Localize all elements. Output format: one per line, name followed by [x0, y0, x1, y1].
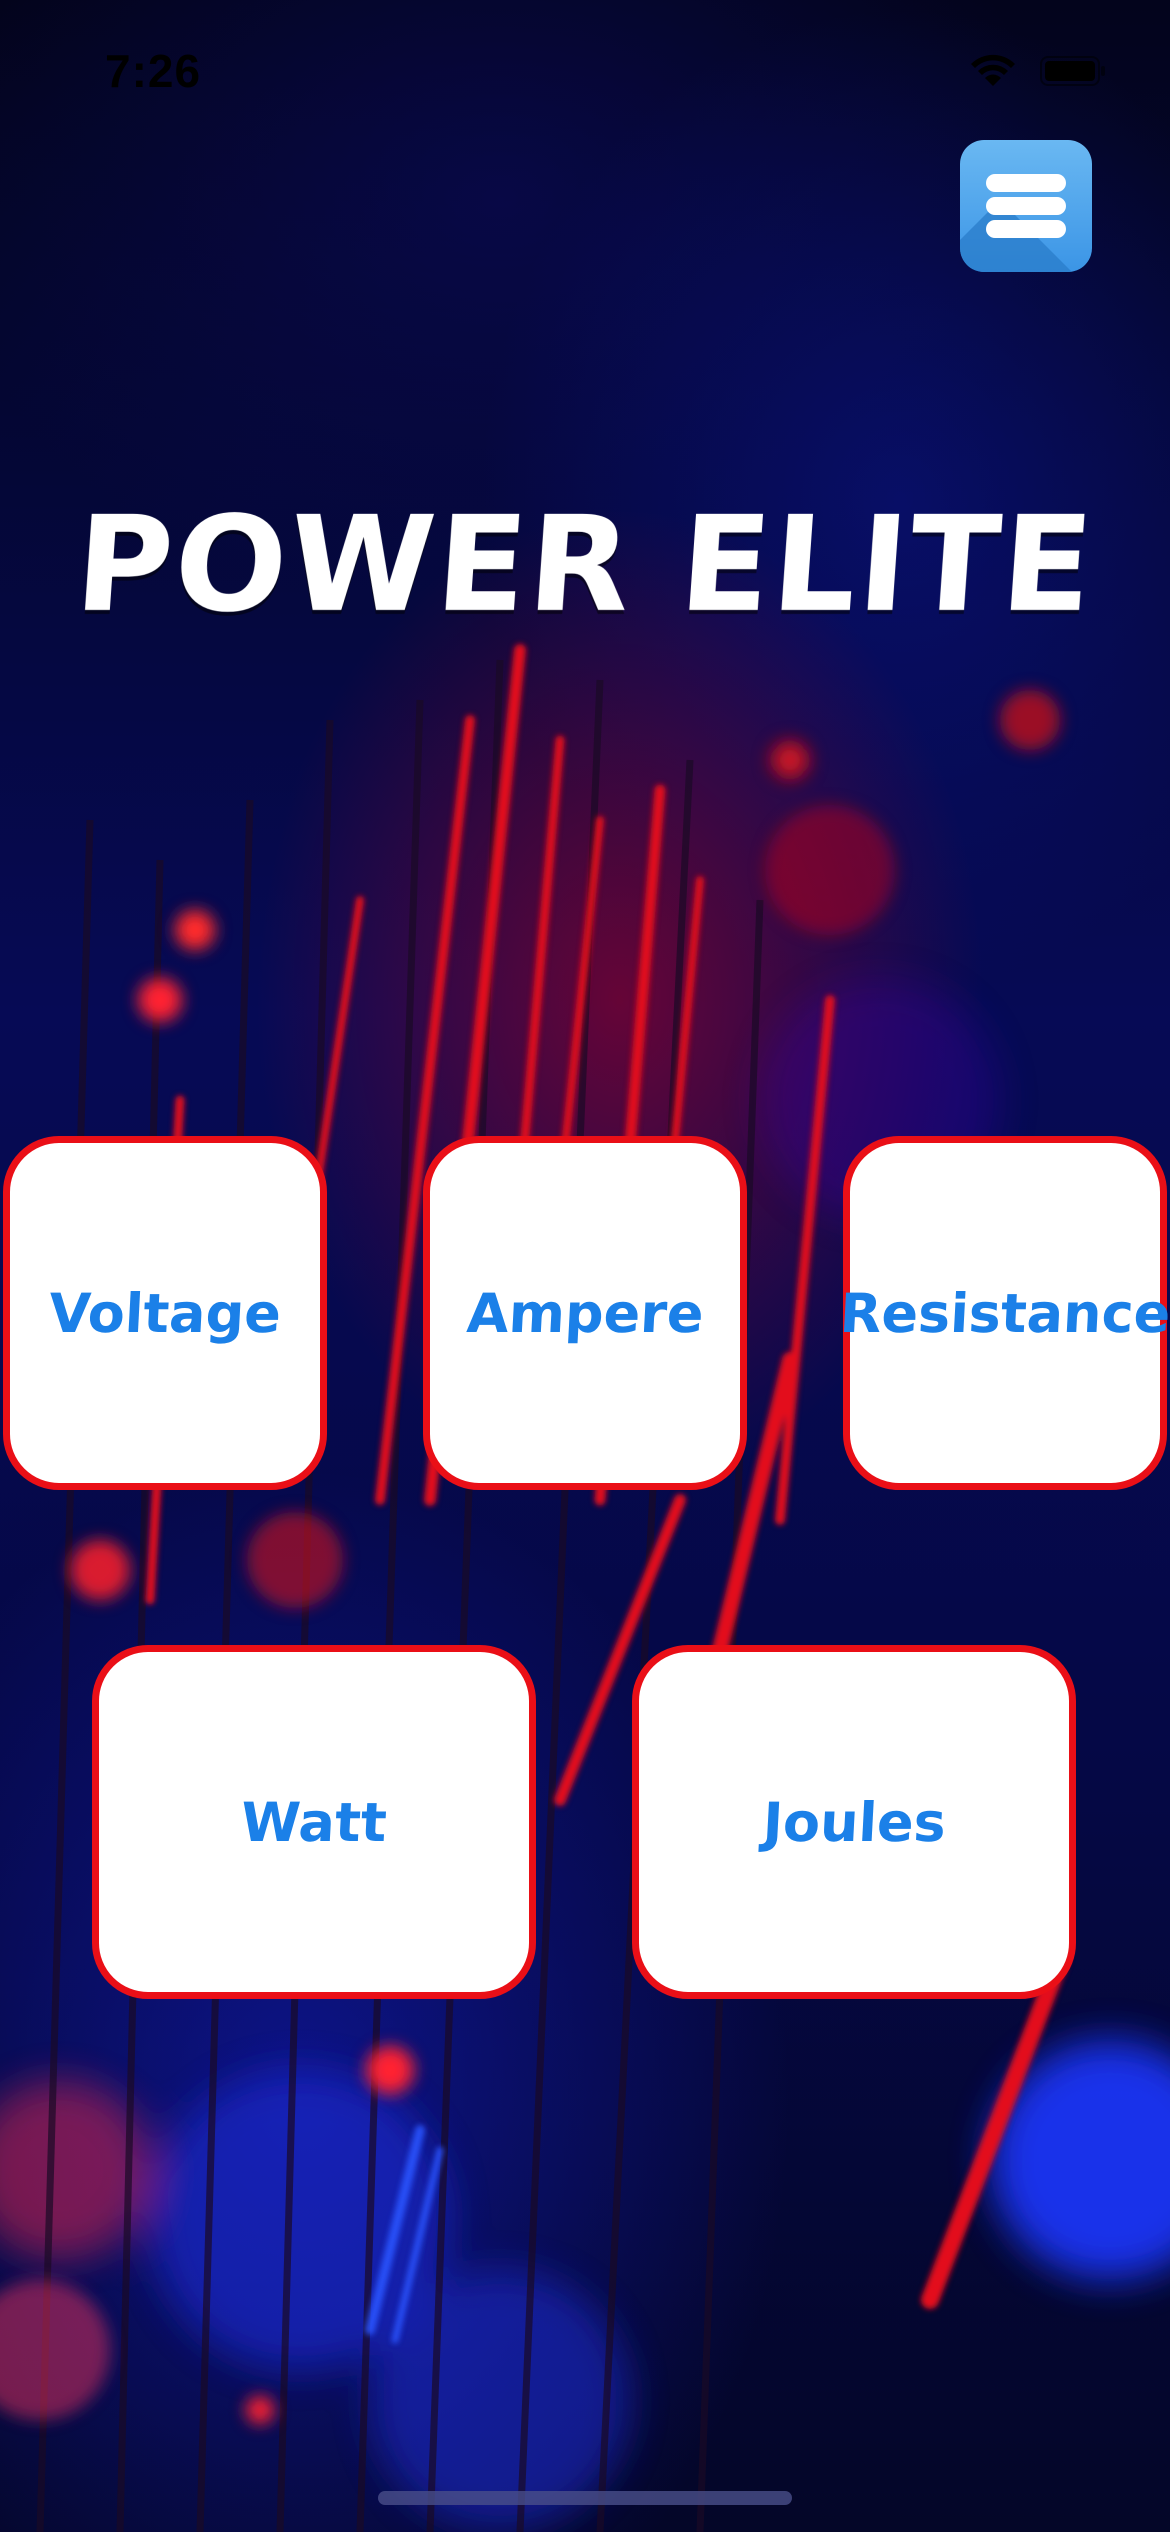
watt-label: Watt [239, 1790, 389, 1854]
menu-icon [960, 140, 1092, 272]
ampere-button[interactable]: Ampere [423, 1136, 747, 1490]
resistance-label: Resistance [838, 1281, 1170, 1345]
menu-button[interactable] [960, 140, 1092, 272]
voltage-button[interactable]: Voltage [3, 1136, 327, 1490]
home-indicator[interactable] [378, 2491, 792, 2505]
watt-button[interactable]: Watt [92, 1645, 536, 1999]
status-time: 7:26 [105, 45, 202, 97]
app-title: POWER ELITE [70, 488, 1100, 642]
voltage-label: Voltage [47, 1281, 283, 1345]
wifi-icon [971, 54, 1015, 86]
battery-icon [1040, 56, 1105, 86]
joules-label: Joules [760, 1790, 948, 1854]
app-screen: 7:26 POWER ELITE Voltage Ampere Resistan… [0, 0, 1170, 2532]
ampere-label: Ampere [465, 1281, 705, 1345]
status-bar: 7:26 [0, 0, 1170, 140]
resistance-button[interactable]: Resistance [838, 1136, 1170, 1490]
joules-button[interactable]: Joules [632, 1645, 1076, 1999]
